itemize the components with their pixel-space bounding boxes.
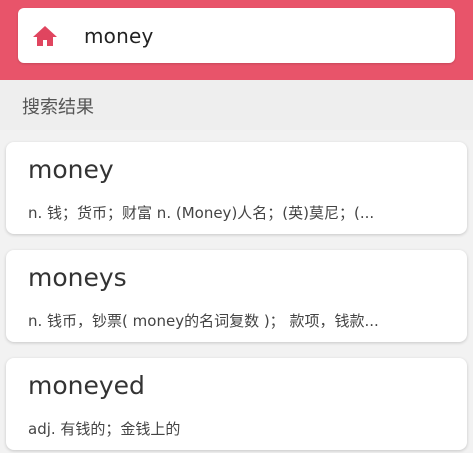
results-header: 搜索结果 (0, 80, 473, 130)
result-word: moneyed (28, 371, 145, 400)
result-definition: n. 钱币，钞票( money的名词复数 )； 款项，钱款... (28, 312, 379, 330)
result-word: money (28, 155, 114, 184)
results-header-label: 搜索结果 (22, 97, 94, 118)
result-card[interactable]: moneys n. 钱币，钞票( money的名词复数 )； 款项，钱款... (6, 250, 467, 342)
search-box[interactable]: money (18, 8, 455, 63)
home-icon[interactable] (32, 25, 58, 47)
result-definition: adj. 有钱的；金钱上的 (28, 420, 181, 438)
result-word: moneys (28, 263, 127, 292)
result-definition: n. 钱；货币；财富 n. (Money)人名；(英)莫尼；(... (28, 204, 375, 222)
result-card[interactable]: moneyed adj. 有钱的；金钱上的 (6, 358, 467, 450)
top-bar: money (0, 0, 473, 80)
result-card[interactable]: money n. 钱；货币；财富 n. (Money)人名；(英)莫尼；(... (6, 142, 467, 234)
search-input[interactable]: money (84, 24, 154, 48)
